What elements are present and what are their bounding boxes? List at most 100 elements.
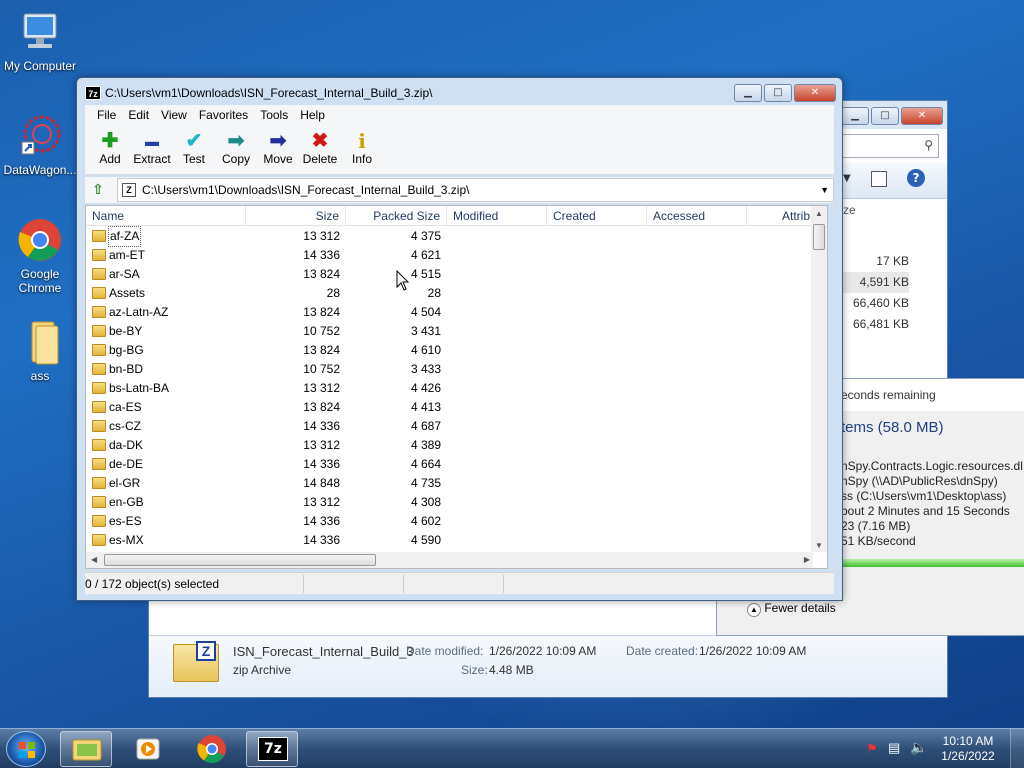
plus-icon: ✚ xyxy=(101,130,119,152)
desktop-icon-google-chrome[interactable]: Google Chrome xyxy=(0,216,80,295)
add-button-label: Add xyxy=(99,152,121,166)
file-packed-size: 4 375 xyxy=(410,229,441,243)
fewer-details-button[interactable]: ▲ Fewer details xyxy=(747,601,836,617)
scroll-left-arrow[interactable]: ◀ xyxy=(91,555,97,564)
table-row[interactable]: bn-BD 10 752 3 433 xyxy=(86,360,816,379)
7zip-icon: 7z xyxy=(258,737,288,761)
volume-icon[interactable]: 🔈 xyxy=(910,739,927,756)
extract-button[interactable]: ▬ Extract xyxy=(131,125,173,174)
size-column-header[interactable]: ze xyxy=(843,203,856,217)
info-button[interactable]: i Info xyxy=(341,125,383,174)
file-name: az-Latn-AZ xyxy=(109,305,169,319)
7zip-app-icon: 7z xyxy=(85,86,101,100)
column-header-created[interactable]: Created xyxy=(547,206,647,226)
table-row[interactable]: en-GB 13 312 4 308 xyxy=(86,493,816,512)
horizontal-scroll-thumb[interactable] xyxy=(104,554,376,566)
table-row[interactable]: bs-Latn-BA 13 312 4 426 xyxy=(86,379,816,398)
column-header-modified[interactable]: Modified xyxy=(447,206,547,226)
taskbar-media-player-button[interactable] xyxy=(122,731,174,767)
help-icon[interactable]: ? xyxy=(907,169,925,187)
menu-file[interactable]: File xyxy=(91,105,122,125)
column-header-attrib[interactable]: Attrib xyxy=(747,206,817,226)
folder-icon xyxy=(92,287,106,299)
show-desktop-button[interactable] xyxy=(1010,729,1024,768)
table-row[interactable]: el-GR 14 848 4 735 xyxy=(86,474,816,493)
address-input[interactable]: Z C:\Users\vm1\Downloads\ISN_Forecast_In… xyxy=(117,178,834,202)
maximize-button[interactable]: □ xyxy=(764,84,792,102)
copy-button[interactable]: ➡ Copy xyxy=(215,125,257,174)
taskbar-7zip-button[interactable]: 7z xyxy=(246,731,298,767)
scroll-down-arrow[interactable]: ▼ xyxy=(815,541,823,550)
table-row[interactable]: es-MX 14 336 4 590 xyxy=(86,531,816,550)
table-row[interactable]: be-BY 10 752 3 431 xyxy=(86,322,816,341)
table-row[interactable]: am-ET 14 336 4 621 xyxy=(86,246,816,265)
column-header-name[interactable]: Name xyxy=(86,206,246,226)
chevron-down-icon[interactable]: ▼ xyxy=(820,179,829,201)
file-name: Assets xyxy=(109,286,146,300)
desktop-icon-label: DataWagon... xyxy=(3,163,77,177)
table-row[interactable]: af-ZA 13 312 4 375 xyxy=(86,226,816,247)
menu-tools[interactable]: Tools xyxy=(254,105,294,125)
table-row[interactable]: es-ES 14 336 4 602 xyxy=(86,512,816,531)
file-size: 13 312 xyxy=(303,495,340,509)
window-title-bar[interactable]: 7z C:\Users\vm1\Downloads\ISN_Forecast_I… xyxy=(77,78,842,108)
chevron-down-icon[interactable]: ▼ xyxy=(843,173,851,184)
computer-icon xyxy=(16,8,64,56)
zip-file-icon: Z xyxy=(173,641,219,682)
table-row[interactable]: cs-CZ 14 336 4 687 xyxy=(86,417,816,436)
scroll-right-arrow[interactable]: ▶ xyxy=(804,555,810,564)
extract-button-label: Extract xyxy=(133,152,171,166)
table-row[interactable]: ca-ES 13 824 4 413 xyxy=(86,398,816,417)
vertical-scroll-thumb[interactable] xyxy=(813,224,825,250)
close-button[interactable]: ✕ xyxy=(794,84,836,102)
time-remaining: econds remaining xyxy=(841,388,936,402)
size-cell: 66,460 KB xyxy=(852,296,909,310)
network-icon[interactable]: ▤ xyxy=(888,740,900,756)
table-row[interactable]: ar-SA 13 824 4 515 xyxy=(86,265,816,284)
delete-button[interactable]: ✖ Delete xyxy=(299,125,341,174)
file-size: 10 752 xyxy=(303,362,340,376)
horizontal-scrollbar[interactable]: ◀ ▶ xyxy=(86,552,813,568)
table-row[interactable]: az-Latn-AZ 13 824 4 504 xyxy=(86,303,816,322)
file-name: be-BY xyxy=(109,324,143,338)
table-row[interactable]: da-DK 13 312 4 389 xyxy=(86,436,816,455)
table-row[interactable]: Assets 28 28 xyxy=(86,284,816,303)
desktop-icon-ass-folder[interactable]: ass xyxy=(0,318,80,383)
column-header-size[interactable]: Size xyxy=(246,206,346,226)
column-header-accessed[interactable]: Accessed xyxy=(647,206,747,226)
menu-favorites[interactable]: Favorites xyxy=(193,105,254,125)
start-button[interactable] xyxy=(6,731,46,767)
maximize-button[interactable]: □ xyxy=(871,107,899,125)
file-name: es-MX xyxy=(109,533,144,547)
desktop-icon-label: ass xyxy=(30,369,50,383)
minimize-button[interactable]: ▁ xyxy=(841,107,869,125)
details-date-created-label: Date created: xyxy=(626,644,699,658)
7zip-window[interactable]: 7z C:\Users\vm1\Downloads\ISN_Forecast_I… xyxy=(76,77,843,601)
test-button[interactable]: ✔ Test xyxy=(173,125,215,174)
vertical-scrollbar[interactable]: ▲ ▼ xyxy=(811,206,827,552)
table-row[interactable]: de-DE 14 336 4 664 xyxy=(86,455,816,474)
taskbar-explorer-button[interactable] xyxy=(60,731,112,767)
file-name: de-DE xyxy=(109,457,144,471)
column-header-packed-size[interactable]: Packed Size xyxy=(346,206,447,226)
up-folder-icon[interactable]: ⇧ xyxy=(87,179,109,201)
file-list[interactable]: Name Size Packed Size Modified Created A… xyxy=(85,205,828,569)
folder-icon xyxy=(92,420,106,432)
close-button[interactable]: ✕ xyxy=(901,107,943,125)
desktop-icon-my-computer[interactable]: My Computer xyxy=(0,8,80,73)
taskbar-chrome-button[interactable] xyxy=(186,731,238,767)
menu-view[interactable]: View xyxy=(155,105,193,125)
table-row[interactable]: bg-BG 13 824 4 610 xyxy=(86,341,816,360)
menu-help[interactable]: Help xyxy=(294,105,331,125)
scroll-up-arrow[interactable]: ▲ xyxy=(815,209,823,218)
add-button[interactable]: ✚ Add xyxy=(89,125,131,174)
window-caption-buttons: ▁ □ ✕ xyxy=(841,107,943,125)
clock[interactable]: 10:10 AM 1/26/2022 xyxy=(938,734,998,764)
preview-pane-icon[interactable] xyxy=(871,171,887,187)
action-center-icon[interactable]: ⚑ xyxy=(866,741,878,757)
move-button[interactable]: ➡ Move xyxy=(257,125,299,174)
menu-edit[interactable]: Edit xyxy=(122,105,155,125)
desktop-icon-datawagon[interactable]: DataWagon... xyxy=(0,112,80,177)
search-input[interactable]: ⚲ xyxy=(841,134,939,158)
minimize-button[interactable]: ▁ xyxy=(734,84,762,102)
